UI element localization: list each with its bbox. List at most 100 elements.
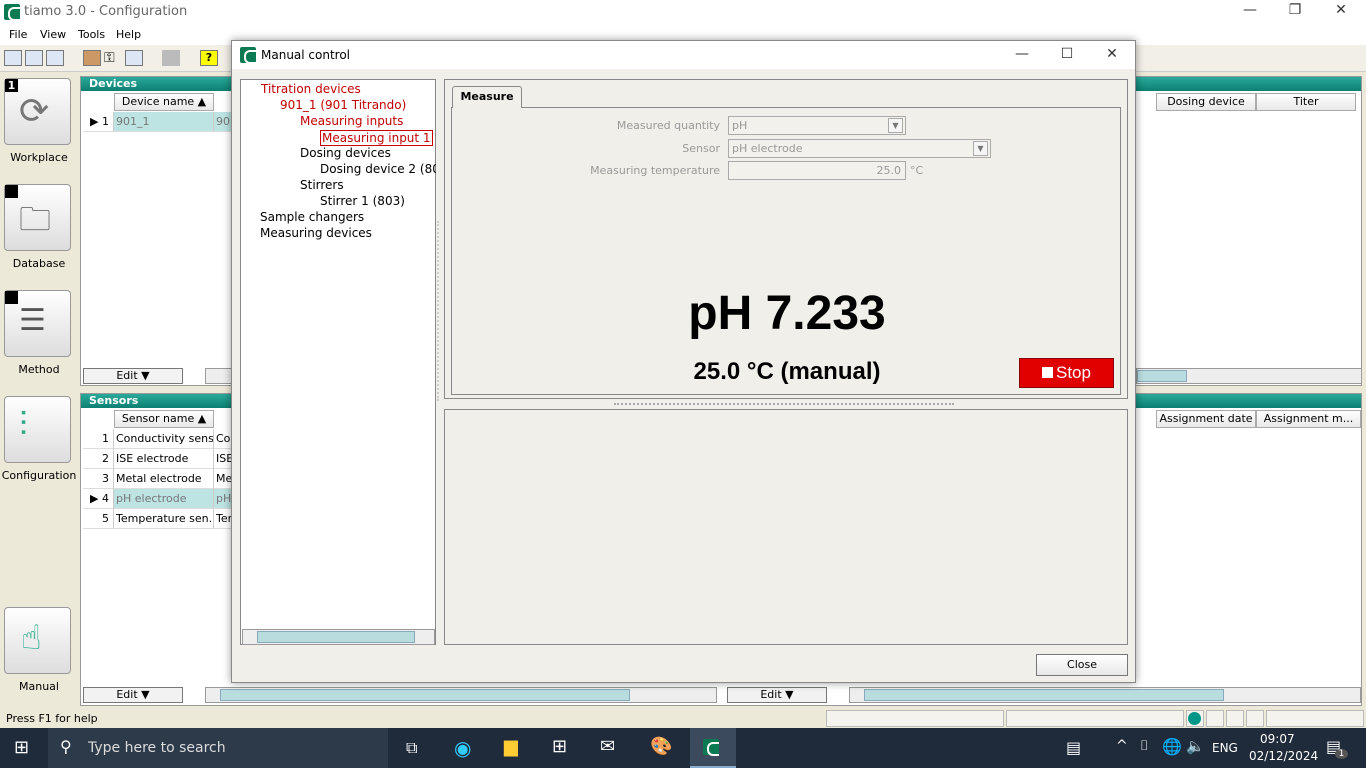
menu-help[interactable]: Help — [116, 28, 141, 41]
window-title: tiamo 3.0 - Configuration — [24, 4, 188, 19]
column-titer[interactable]: Titer — [1256, 93, 1356, 111]
taskbar: ⊞ ⚲ Type here to search ⧉ ◉ ▆ ⊞ ✉ 🎨 ▤ ^ … — [0, 728, 1366, 768]
network-icon[interactable]: 🌐 — [1162, 737, 1182, 756]
app-titlebar: tiamo 3.0 - Configuration — ❐ ✕ — [0, 0, 1366, 24]
sidebar: 1 ⟳ Workplace 🗀 Database ☰ Method ⫶ Confi… — [0, 72, 78, 708]
dialog-title: Manual control — [261, 48, 351, 62]
tiamo-taskbar-button[interactable] — [690, 728, 736, 768]
dialog-close-button[interactable]: ✕ — [1092, 46, 1132, 62]
method-icon: ☰ — [19, 303, 46, 338]
chevron-down-icon: ▼ — [888, 118, 903, 133]
search-icon: ⚲ — [60, 737, 72, 756]
sensor-name-cell[interactable]: Conductivity sensor — [114, 429, 214, 449]
row-number: 2 — [83, 449, 114, 469]
column-dosing-device[interactable]: Dosing device — [1156, 93, 1256, 111]
minimize-button[interactable]: — — [1230, 2, 1270, 18]
splitter-handle[interactable] — [614, 403, 954, 405]
clock-date[interactable]: 02/12/2024 — [1249, 749, 1318, 763]
clock-time[interactable]: 09:07 — [1260, 732, 1295, 746]
measure-tab-content: Measured quantity pH ▼ Sensor pH electrod… — [451, 107, 1121, 395]
dialog-minimize-button[interactable]: — — [1002, 46, 1042, 62]
task-view-icon[interactable]: ⧉ — [406, 738, 417, 758]
chevron-down-icon: ▼ — [973, 141, 988, 156]
temperature-unit: °C — [910, 164, 924, 177]
menu-tools[interactable]: Tools — [78, 28, 105, 41]
devices-edit-button[interactable]: Edit ▼ — [83, 368, 183, 384]
row-number: ▶ 4 — [83, 489, 114, 509]
sensor-name-cell[interactable]: Metal electrode — [114, 469, 214, 489]
store-icon[interactable]: ⊞ — [552, 736, 567, 757]
connection-status-icon — [1188, 712, 1201, 725]
restore-button[interactable]: ❐ — [1275, 2, 1315, 18]
show-hidden-icons[interactable]: ^ — [1116, 738, 1128, 754]
file-explorer-icon[interactable]: ▆ — [504, 736, 518, 757]
menu-file[interactable]: File — [9, 28, 27, 41]
sensors-scrollbar-right[interactable] — [849, 687, 1361, 703]
measured-quantity-select[interactable]: pH ▼ — [728, 116, 906, 135]
tree-stirrer-1[interactable]: Stirrer 1 (803) — [320, 194, 405, 208]
manual-button[interactable]: ☝ — [4, 607, 71, 674]
row-number: 1 — [83, 429, 114, 449]
hand-button-icon: ☝ — [21, 618, 42, 658]
windows-start-icon[interactable]: ⊞ — [14, 737, 29, 758]
news-icon[interactable]: ▤ — [1066, 738, 1081, 757]
tab-measure[interactable]: Measure — [452, 86, 522, 108]
paint-icon[interactable]: 🎨 — [650, 736, 672, 757]
new-report-icon[interactable] — [4, 50, 22, 66]
measuring-temperature-input[interactable]: 25.0 — [728, 161, 906, 180]
export-icon[interactable] — [46, 50, 64, 66]
device-tree: Titration devices 901_1 (901 Titrando) M… — [240, 79, 436, 645]
devices-scrollbar-right[interactable] — [1136, 368, 1362, 384]
tree-scrollbar[interactable] — [242, 629, 435, 645]
mail-icon[interactable]: ✉ — [600, 736, 615, 757]
user-icon[interactable] — [83, 50, 101, 66]
column-sensor-name[interactable]: Sensor name ▲ — [114, 410, 214, 428]
configuration-button[interactable]: ⫶ — [4, 396, 71, 463]
volume-icon[interactable]: 🔈 — [1186, 737, 1205, 755]
sensors-edit-button-2[interactable]: Edit ▼ — [727, 687, 827, 703]
method-button[interactable]: ☰ — [4, 290, 71, 357]
column-device-name[interactable]: Device name ▲ — [114, 93, 214, 111]
sensor-name-cell[interactable]: pH electrode — [114, 489, 214, 509]
database-label: Database — [12, 257, 66, 270]
workplace-label: Workplace — [10, 151, 68, 164]
logout-icon[interactable] — [162, 50, 180, 66]
key-icon[interactable]: ⚿ — [104, 50, 122, 66]
menu-view[interactable]: View — [40, 28, 66, 41]
tree-stirrers[interactable]: Stirrers — [300, 178, 344, 192]
tree-measuring-input-1[interactable]: Measuring input 1 — [320, 130, 433, 146]
device-name-cell[interactable]: 901_1 — [114, 112, 214, 132]
import-icon[interactable] — [25, 50, 43, 66]
close-button[interactable]: ✕ — [1321, 2, 1361, 18]
manual-control-dialog: Manual control — ☐ ✕ Titration devices 9… — [231, 40, 1136, 683]
workplace-badge: 1 — [5, 79, 18, 92]
row-number: 5 — [83, 509, 114, 529]
edge-icon[interactable]: ◉ — [454, 736, 471, 760]
sensors-edit-button[interactable]: Edit ▼ — [83, 687, 183, 703]
column-assignment-date[interactable]: Assignment date — [1156, 410, 1256, 428]
sensor-name-cell[interactable]: ISE electrode — [114, 449, 214, 469]
camera-icon[interactable]: ⌷ — [1140, 738, 1148, 754]
view-icon[interactable] — [125, 50, 143, 66]
help-icon[interactable]: ? — [200, 50, 218, 66]
taskbar-search[interactable]: ⚲ Type here to search — [48, 728, 388, 768]
tree-measuring-inputs[interactable]: Measuring inputs — [300, 114, 403, 128]
tree-measuring-devices[interactable]: Measuring devices — [260, 226, 372, 240]
sensor-name-cell[interactable]: Temperature sen... — [114, 509, 214, 529]
tree-dosing-device-2[interactable]: Dosing device 2 (800 — [320, 162, 436, 176]
tree-titration-devices[interactable]: Titration devices — [261, 82, 361, 96]
language-indicator[interactable]: ENG — [1212, 741, 1238, 755]
workplace-button[interactable]: 1 ⟳ — [4, 78, 71, 145]
sensor-select[interactable]: pH electrode ▼ — [728, 139, 991, 158]
column-assignment-method[interactable]: Assignment m... — [1256, 410, 1361, 428]
dialog-maximize-button[interactable]: ☐ — [1047, 46, 1087, 62]
tree-901-titrando[interactable]: 901_1 (901 Titrando) — [280, 98, 406, 112]
close-dialog-button[interactable]: Close — [1036, 654, 1128, 676]
sensors-scrollbar[interactable] — [205, 687, 717, 703]
database-button[interactable]: 🗀 — [4, 184, 71, 251]
stop-button[interactable]: Stop — [1019, 358, 1114, 388]
notification-count: 1 — [1335, 749, 1348, 759]
vertical-splitter[interactable] — [437, 221, 439, 401]
tree-dosing-devices[interactable]: Dosing devices — [300, 146, 391, 160]
tree-sample-changers[interactable]: Sample changers — [260, 210, 364, 224]
